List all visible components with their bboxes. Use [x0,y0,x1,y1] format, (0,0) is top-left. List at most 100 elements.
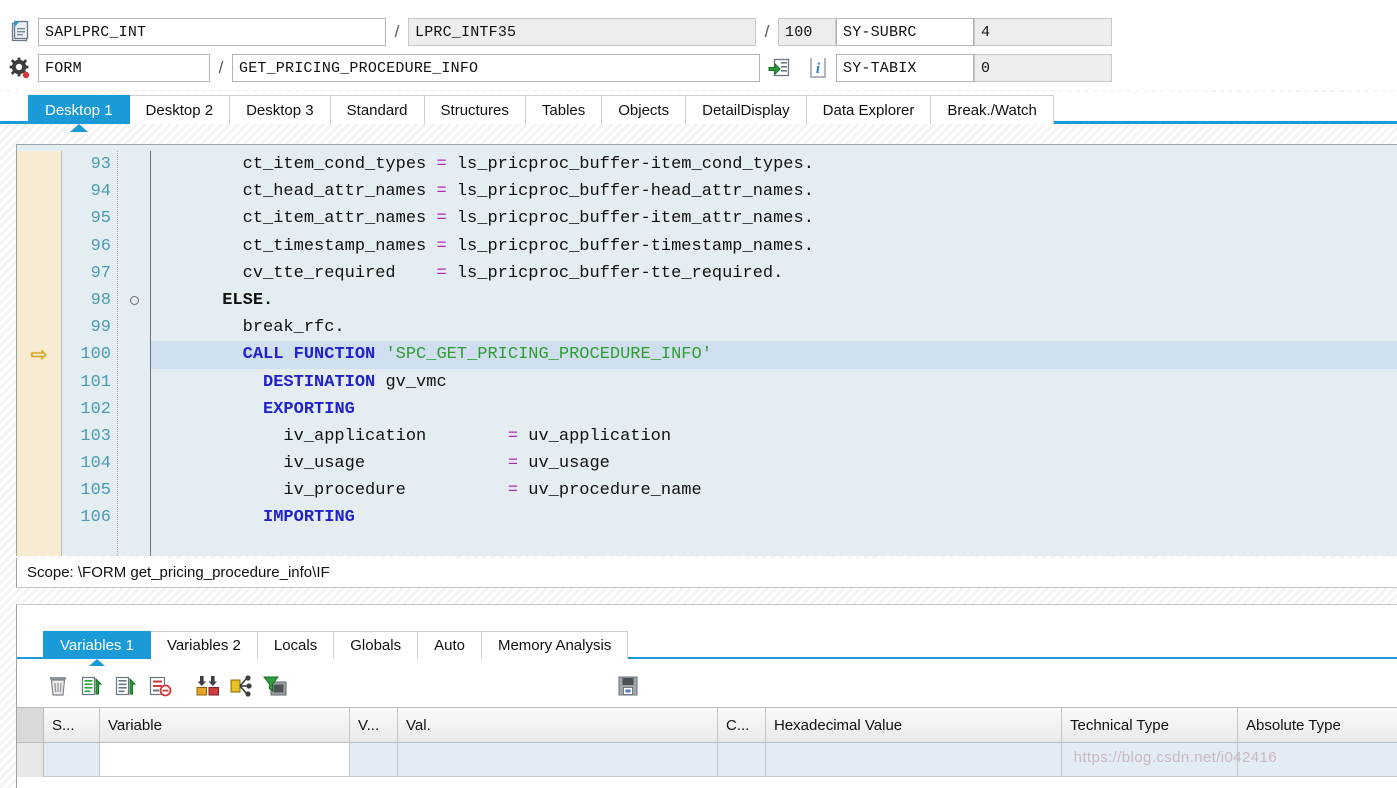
code-text-area[interactable]: ct_item_cond_types = ls_pricproc_buffer-… [151,151,1397,556]
code-line[interactable]: DESTINATION gv_vmc [151,369,1397,396]
table-cell[interactable] [718,743,766,777]
tab-desktop-1[interactable]: Desktop 1 [28,95,130,132]
breakpoint-slot[interactable] [17,423,61,450]
event-type-field[interactable]: FORM [38,54,210,82]
line-number-gutter: 93 94 95 96 97 98 99 100 101 102 103 104 105 106 [62,151,118,556]
floppy-save-icon[interactable] [613,671,643,701]
row-selector[interactable] [17,743,44,777]
tab-desktop-2[interactable]: Desktop 2 [128,95,231,124]
line-number-field[interactable]: 100 [778,18,836,46]
tab-break-watch[interactable]: Break./Watch [930,95,1054,124]
code-line[interactable]: ct_item_cond_types = ls_pricproc_buffer-… [151,151,1397,178]
list-replace-icon[interactable] [111,671,141,701]
var-tab-locals[interactable]: Locals [256,631,335,659]
column-header[interactable]: Technical Type [1062,708,1238,742]
column-header[interactable]: Variable [100,708,350,742]
funnel-icon[interactable] [261,671,291,701]
code-line[interactable]: cv_tte_required = ls_pricproc_buffer-tte… [151,260,1397,287]
breakpoint-slot[interactable] [17,233,61,260]
row-selector-header[interactable] [17,708,44,742]
double-down-arrow-icon[interactable] [193,671,223,701]
var-tab-variables-2[interactable]: Variables 2 [149,631,258,659]
code-fold-gutter[interactable] [118,151,151,556]
source-code-editor[interactable]: ⇨ 93 94 95 96 97 98 99 100 101 102 103 104 105 106 ct… [16,144,1397,556]
code-line[interactable]: break_rfc. [151,314,1397,341]
breakpoint-gutter[interactable]: ⇨ [17,151,62,556]
variables-tab-strip: Variables 1 Variables 2 Locals Globals Auto M… [17,627,1397,666]
table-cell[interactable] [350,743,398,777]
variables-grid[interactable]: S... Variable V... Val. C... Hexadecimal Valu… [17,707,1397,788]
event-name-field[interactable]: GET_PRICING_PROCEDURE_INFO [232,54,760,82]
table-cell[interactable] [1062,743,1238,777]
table-body[interactable] [17,743,1397,777]
table-cell[interactable] [100,743,350,777]
column-header[interactable]: S... [44,708,100,742]
column-header[interactable]: Val. [398,708,718,742]
code-token: = [436,155,447,174]
include-name-field[interactable]: LPRC_INTF35 [408,18,756,46]
list-remove-icon[interactable] [145,671,175,701]
fold-slot [118,151,150,178]
stack-jump-icon[interactable] [768,55,792,81]
tab-detaildisplay[interactable]: DetailDisplay [685,95,807,124]
code-line[interactable]: IMPORTING [151,504,1397,531]
code-line[interactable]: iv_application = uv_application [151,423,1397,450]
code-line[interactable]: iv_procedure = uv_procedure_name [151,477,1397,504]
tab-objects[interactable]: Objects [601,95,687,124]
var-tab-memory-analysis[interactable]: Memory Analysis [480,631,629,659]
program-name-field[interactable]: SAPLPRC_INT [38,18,386,46]
var-tab-auto[interactable]: Auto [417,631,482,659]
table-cell[interactable] [398,743,718,777]
list-insert-icon[interactable] [77,671,107,701]
line-number: 106 [80,508,111,528]
tab-tables[interactable]: Tables [524,95,603,124]
sap-abap-debugger-window: SAPLPRC_INT / LPRC_INTF35 / 100 SY-SUBRC… [0,0,1397,788]
code-token: = [436,182,447,202]
breakpoint-slot[interactable] [17,314,61,341]
column-header[interactable]: C... [718,708,766,742]
current-statement-arrow[interactable]: ⇨ [17,341,61,368]
code-line[interactable]: ct_timestamp_names = ls_pricproc_buffer-… [151,233,1397,260]
code-token: uv_usage [518,454,610,474]
table-cell[interactable] [1238,743,1397,777]
table-cell[interactable] [44,743,100,777]
breakpoint-slot[interactable] [17,450,61,477]
code-token: = [436,236,447,256]
code-line[interactable]: ELSE. [151,287,1397,314]
table-cell[interactable] [766,743,1062,777]
fold-slot [118,396,150,423]
breakpoint-slot[interactable] [17,369,61,396]
breakpoint-slot[interactable] [17,287,61,314]
breakpoint-slot[interactable] [17,151,61,178]
breakpoint-slot[interactable] [17,477,61,504]
var-tab-globals[interactable]: Globals [333,631,419,659]
tab-standard[interactable]: Standard [329,95,425,124]
tab-label: Break./Watch [947,102,1037,119]
tab-data-explorer[interactable]: Data Explorer [805,95,932,124]
tab-desktop-3[interactable]: Desktop 3 [229,95,331,124]
trash-icon[interactable] [43,671,73,701]
code-line[interactable]: EXPORTING [151,396,1397,423]
breakpoint-slot[interactable] [17,396,61,423]
branch-icon[interactable] [227,671,257,701]
code-line[interactable]: ct_head_attr_names = ls_pricproc_buffer-… [151,178,1397,205]
code-token: ls_pricproc_buffer-tte_required. [446,263,784,283]
code-token: ls_pricproc_buffer-item_attr_names. [446,209,814,229]
column-header[interactable]: Hexadecimal Value [766,708,1062,742]
breakpoint-slot[interactable] [17,205,61,232]
breakpoint-slot[interactable] [17,504,61,531]
var-tab-variables-1[interactable]: Variables 1 [43,631,151,666]
code-line-current[interactable]: CALL FUNCTION 'SPC_GET_PRICING_PROCEDURE… [151,341,1397,369]
fold-slot [118,477,150,504]
fold-marker-icon[interactable] [118,287,150,314]
code-line[interactable]: iv_usage = uv_usage [151,450,1397,477]
table-row[interactable] [17,743,1397,777]
breakpoint-slot[interactable] [17,260,61,287]
info-icon[interactable]: i [806,55,830,81]
breakpoint-slot[interactable] [17,178,61,205]
tab-structures[interactable]: Structures [423,95,526,124]
code-token: ct_item_cond_types [161,155,437,174]
column-header[interactable]: V... [350,708,398,742]
code-line[interactable]: ct_item_attr_names = ls_pricproc_buffer-… [151,205,1397,232]
column-header[interactable]: Absolute Type [1238,708,1397,742]
